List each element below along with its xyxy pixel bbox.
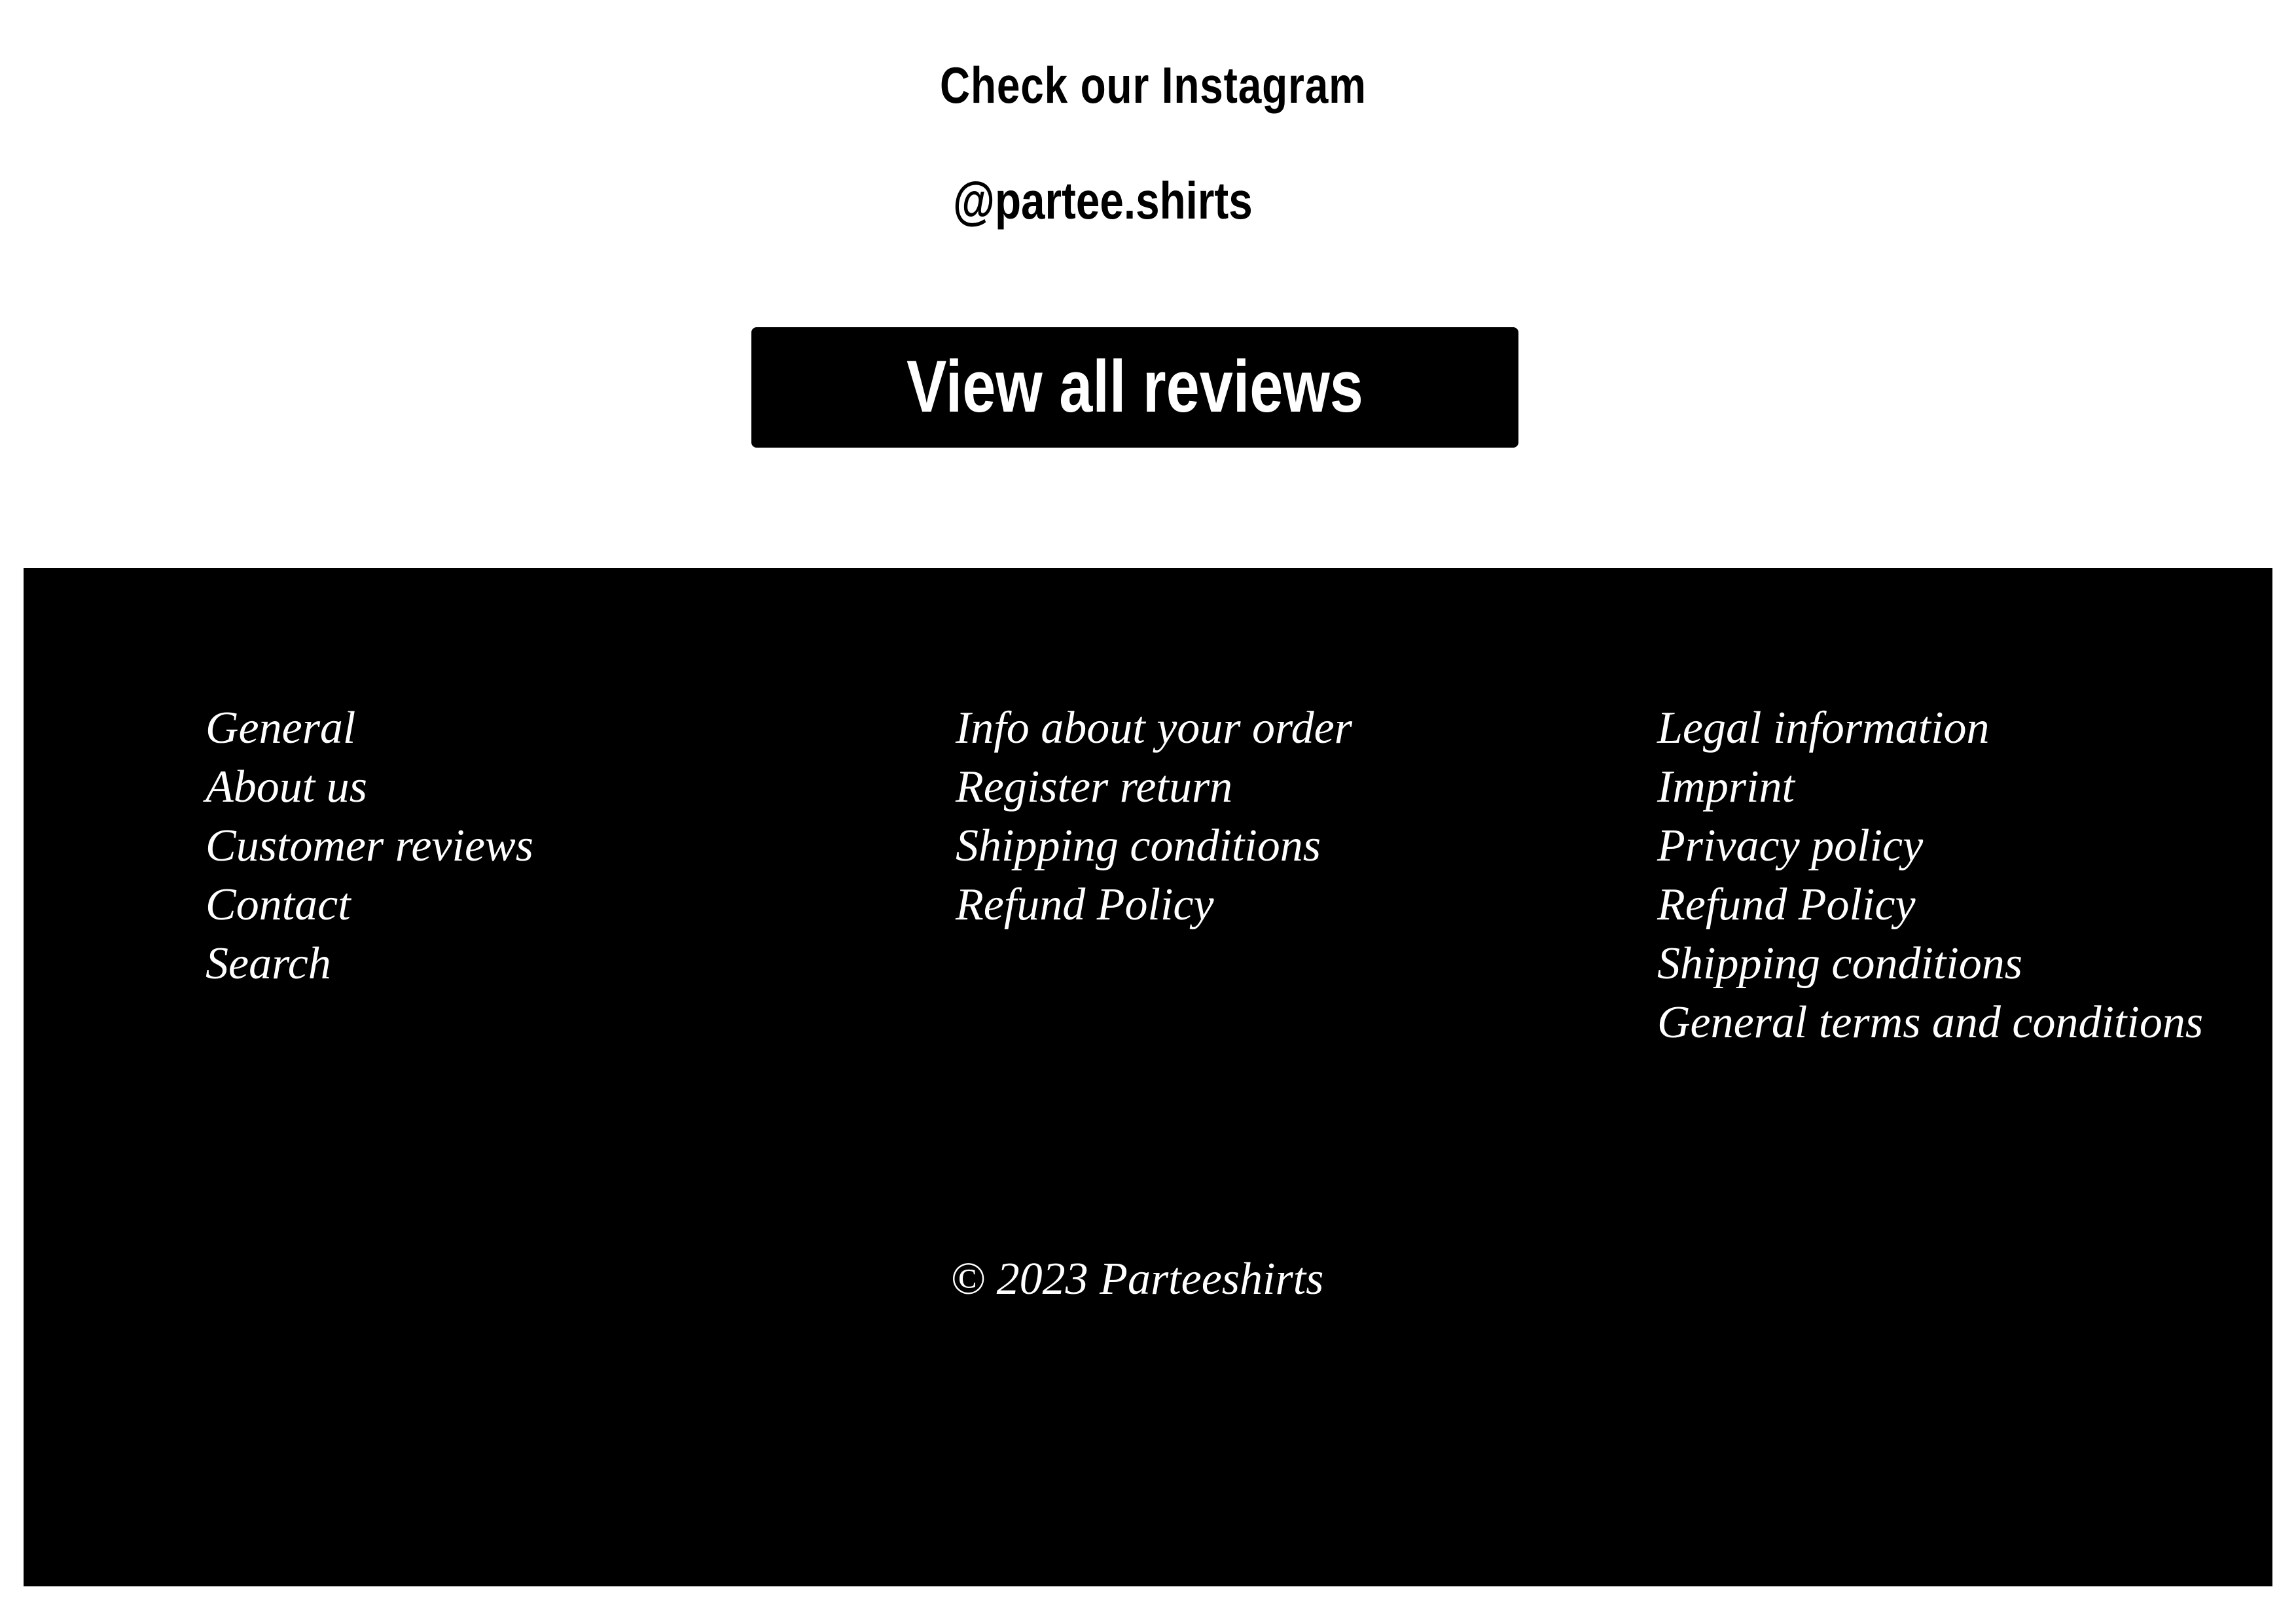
- footer-link-imprint[interactable]: Imprint: [1657, 758, 2203, 817]
- footer-link-contact[interactable]: Contact: [206, 876, 533, 935]
- copyright-text: © 2023 Parteeshirts: [950, 1254, 1324, 1304]
- footer-link-terms-and-conditions[interactable]: General terms and conditions: [1657, 993, 2203, 1052]
- footer-link-refund-policy-legal[interactable]: Refund Policy: [1657, 876, 2203, 935]
- footer-link-shipping-conditions-legal[interactable]: Shipping conditions: [1657, 935, 2203, 993]
- footer-link-search[interactable]: Search: [206, 935, 533, 993]
- footer-link-shipping-conditions[interactable]: Shipping conditions: [956, 817, 1352, 876]
- footer-link-customer-reviews[interactable]: Customer reviews: [206, 817, 533, 876]
- site-footer: General About us Customer reviews Contac…: [24, 568, 2272, 1586]
- view-all-reviews-label: View all reviews: [906, 346, 1363, 427]
- footer-heading-legal: Legal information: [1657, 703, 1990, 753]
- footer-column-order-info: Info about your order Register return Sh…: [956, 699, 1352, 935]
- footer-column-general: General About us Customer reviews Contac…: [206, 699, 533, 993]
- footer-column-legal: Legal information Imprint Privacy policy…: [1657, 699, 2203, 1052]
- footer-link-about-us[interactable]: About us: [206, 758, 533, 817]
- instagram-heading: Check our Instagram: [940, 56, 1367, 114]
- footer-link-privacy-policy[interactable]: Privacy policy: [1657, 817, 2203, 876]
- footer-heading-order-info: Info about your order: [956, 703, 1352, 753]
- view-all-reviews-button[interactable]: View all reviews: [751, 327, 1518, 448]
- footer-heading-general: General: [206, 703, 356, 753]
- instagram-handle-link[interactable]: @partee.shirts: [953, 168, 1253, 234]
- footer-link-refund-policy[interactable]: Refund Policy: [956, 876, 1352, 935]
- footer-link-register-return[interactable]: Register return: [956, 758, 1352, 817]
